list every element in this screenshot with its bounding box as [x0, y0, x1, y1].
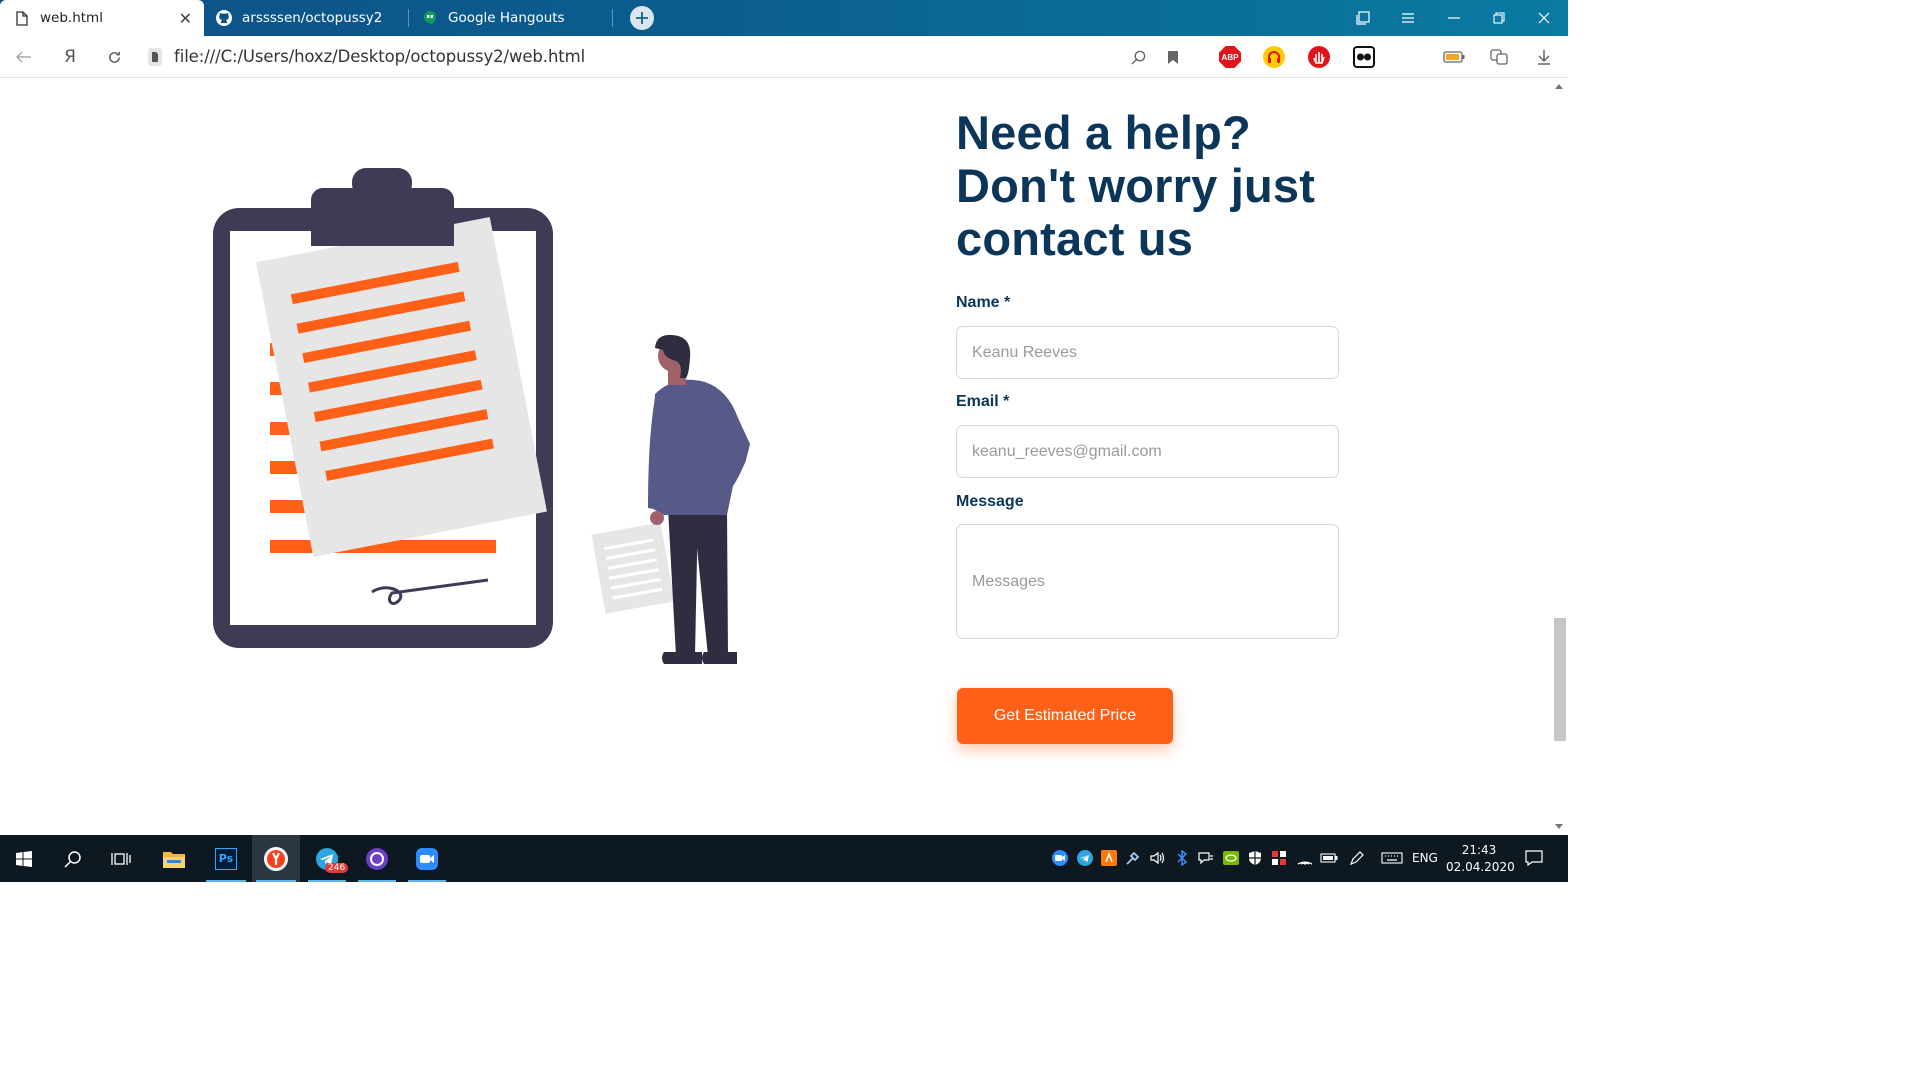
volume-icon[interactable]	[1148, 849, 1166, 867]
file-icon	[14, 10, 30, 26]
menu-icon[interactable]	[1386, 0, 1430, 36]
tab-label: web.html	[40, 10, 103, 26]
contact-illustration	[213, 168, 750, 664]
language-indicator[interactable]: ENG	[1412, 851, 1438, 865]
system-clock[interactable]: 21:43 02.04.2020	[1446, 842, 1515, 876]
download-icon[interactable]	[1533, 36, 1555, 78]
windows-taskbar: Ps 246 ENG 21:43 02.04.2020	[0, 835, 1568, 882]
action-center-icon[interactable]	[1525, 849, 1543, 867]
file-explorer-icon[interactable]	[150, 835, 198, 882]
new-tab-button[interactable]	[630, 6, 654, 30]
page-heading: Need a help? Don't worry just contact us	[956, 106, 1316, 265]
task-view-icon[interactable]	[98, 835, 144, 882]
held-paper	[591, 522, 675, 614]
browser-tab-bar: web.html ✕ arssssen/octopussy2 Google Ha…	[0, 0, 1568, 36]
yandex-logo-icon[interactable]: Я	[56, 36, 84, 78]
scroll-down-icon[interactable]	[1555, 824, 1563, 829]
search-icon[interactable]	[50, 835, 96, 882]
battery-ext-icon[interactable]	[1442, 36, 1466, 78]
keyboard-icon[interactable]	[1380, 849, 1404, 867]
hangouts-icon	[422, 10, 438, 26]
name-label: Name *	[956, 294, 1011, 311]
message-textarea[interactable]	[956, 524, 1339, 639]
email-label: Email *	[956, 393, 1010, 410]
tab-label: arssssen/octopussy2	[242, 10, 383, 26]
email-input[interactable]	[956, 425, 1339, 478]
photoshop-icon[interactable]: Ps	[202, 835, 250, 882]
tab-google-hangouts[interactable]: Google Hangouts	[422, 0, 612, 36]
yandex-browser-icon[interactable]	[252, 835, 300, 882]
back-arrow-icon[interactable]	[10, 36, 38, 78]
zoom-tray-icon[interactable]	[1051, 849, 1069, 867]
telegram-badge: 246	[325, 863, 349, 873]
reload-icon[interactable]	[100, 36, 128, 78]
find-icon[interactable]	[1127, 36, 1149, 78]
adblock-plus-icon[interactable]: ABP	[1219, 46, 1241, 68]
photoshop-text: Ps	[215, 847, 237, 870]
restore-icon[interactable]	[1477, 0, 1521, 36]
page-scrollbar[interactable]	[1550, 78, 1568, 835]
bookmark-icon[interactable]	[1162, 36, 1184, 78]
tab-overview-icon[interactable]	[1341, 0, 1385, 36]
clock-date: 02.04.2020	[1446, 860, 1515, 874]
page-file-icon[interactable]	[144, 36, 166, 78]
telegram-icon[interactable]: 246	[304, 835, 350, 882]
get-estimated-price-button[interactable]: Get Estimated Price	[957, 688, 1173, 744]
plus-icon	[636, 12, 648, 24]
bluetooth-icon[interactable]	[1173, 849, 1191, 867]
start-icon[interactable]	[0, 835, 48, 882]
close-tab-icon[interactable]: ✕	[179, 9, 192, 28]
app-tray-icon[interactable]	[1100, 849, 1118, 867]
github-icon	[216, 10, 232, 26]
defender-icon[interactable]	[1246, 849, 1264, 867]
stop-hand-ext-icon[interactable]	[1308, 46, 1330, 68]
zoom-icon[interactable]	[404, 835, 450, 882]
message-label: Message	[956, 493, 1024, 510]
tool-tray-icon[interactable]	[1124, 849, 1142, 867]
scroll-up-icon[interactable]	[1555, 84, 1563, 89]
github-desktop-icon[interactable]	[354, 835, 400, 882]
page-content: Need a help? Don't worry just contact us…	[0, 78, 1550, 835]
battery-icon[interactable]	[1320, 849, 1338, 867]
address-bar: Я file:///C:/Users/hoxz/Desktop/octopuss…	[0, 36, 1568, 78]
pen-icon[interactable]	[1348, 849, 1366, 867]
translate-icon[interactable]	[1487, 36, 1511, 78]
mask-ext-icon[interactable]	[1353, 46, 1375, 68]
name-input[interactable]	[956, 326, 1339, 379]
wifi-icon[interactable]	[1296, 849, 1314, 867]
tab-label: Google Hangouts	[448, 10, 565, 26]
notification-tray-icon[interactable]	[1197, 849, 1215, 867]
telegram-tray-icon[interactable]	[1076, 849, 1094, 867]
scroll-thumb[interactable]	[1554, 618, 1566, 741]
url-text[interactable]: file:///C:/Users/hoxz/Desktop/octopussy2…	[174, 47, 585, 66]
tab-github[interactable]: arssssen/octopussy2	[216, 0, 406, 36]
clock-time: 21:43	[1461, 843, 1497, 857]
headphones-ext-icon[interactable]	[1263, 46, 1285, 68]
tab-web-html[interactable]: web.html ✕	[0, 0, 204, 36]
person-figure	[648, 334, 750, 664]
sync-icon[interactable]	[1270, 849, 1288, 867]
minimize-icon[interactable]	[1432, 0, 1476, 36]
nvidia-icon[interactable]	[1222, 849, 1240, 867]
adblock-text: ABP	[1221, 52, 1239, 62]
close-window-icon[interactable]	[1522, 0, 1566, 36]
